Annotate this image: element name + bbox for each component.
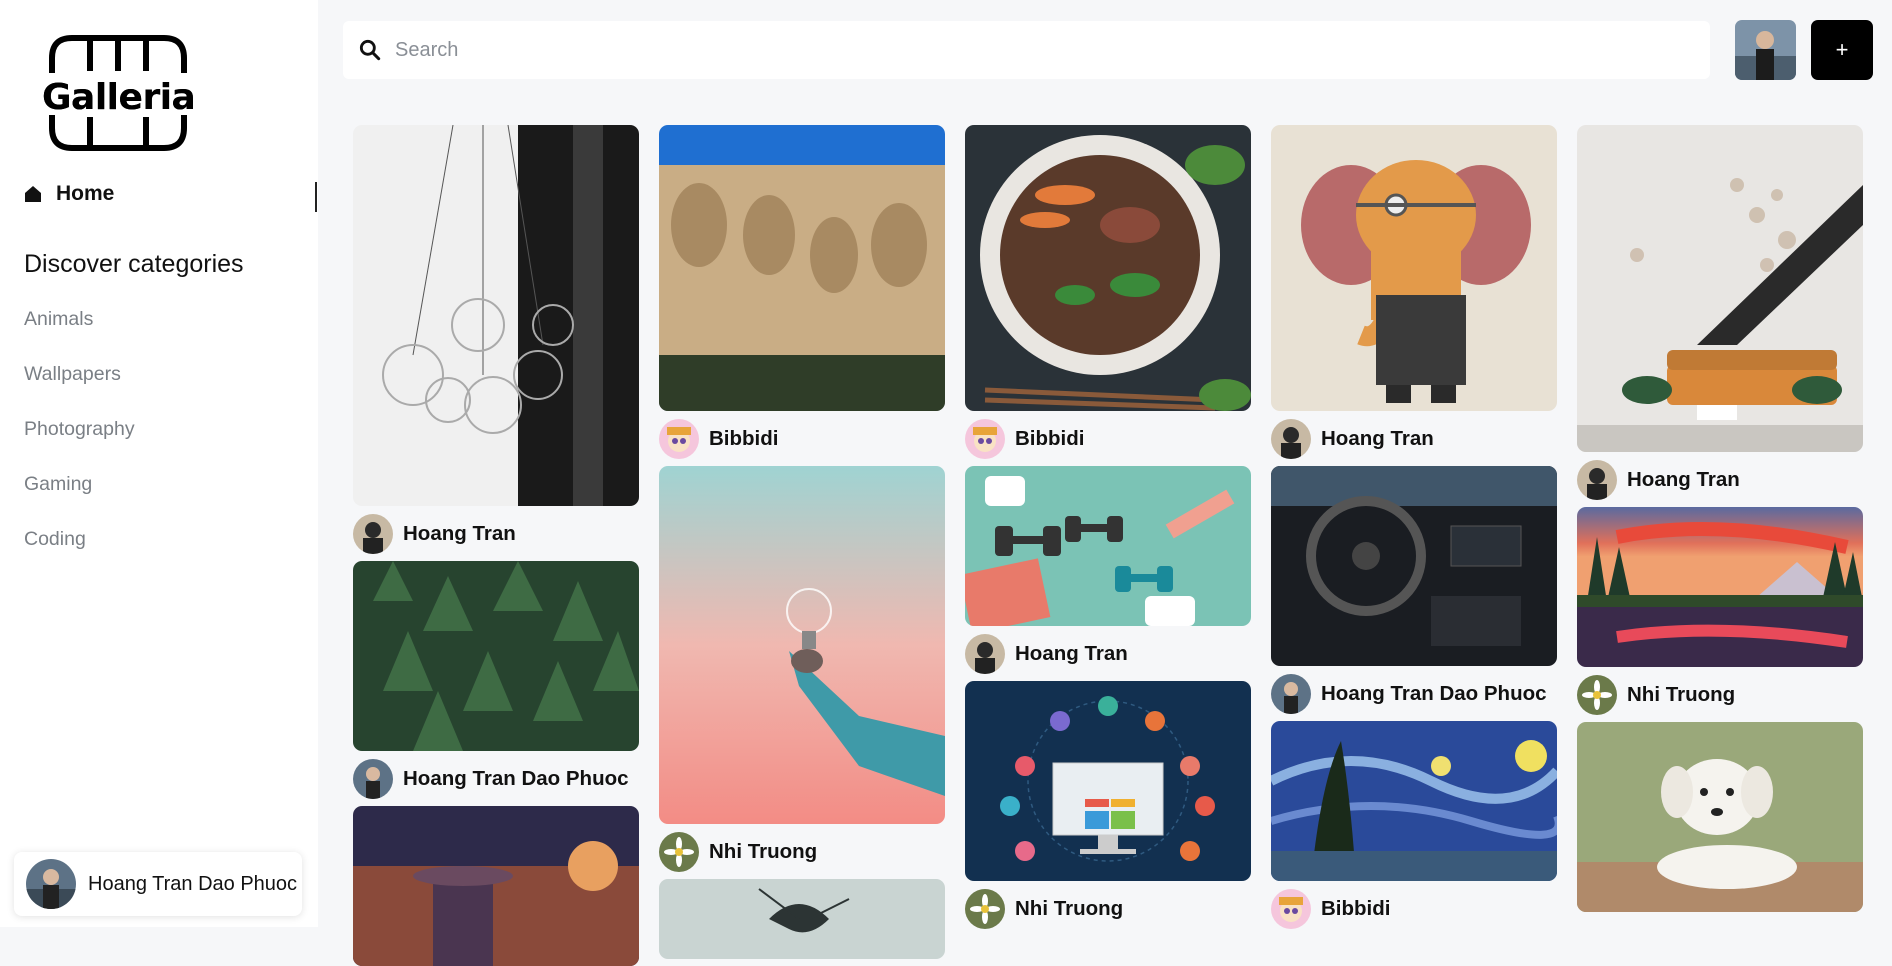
image-author[interactable]: Bibbidi [1271, 887, 1557, 931]
search-input[interactable] [393, 37, 1677, 63]
gallery-image[interactable] [353, 125, 639, 506]
category-photography[interactable]: Photography [24, 418, 135, 473]
gallery-image[interactable] [1271, 125, 1557, 411]
gallery-image[interactable] [659, 125, 945, 411]
user-avatar [26, 859, 76, 909]
category-gaming[interactable]: Gaming [24, 473, 135, 528]
author-name: Nhi Truong [709, 840, 818, 863]
gallery-column-4: Hoang Tran Hoang Tran Dao Phuoc Bibbidi [1271, 125, 1557, 936]
home-icon [25, 186, 41, 202]
image-author[interactable]: Hoang Tran [965, 632, 1251, 676]
nav-home-label: Home [56, 182, 115, 205]
author-name: Hoang Tran [1015, 642, 1128, 665]
profile-avatar-button[interactable] [1735, 20, 1796, 80]
gallery-image[interactable] [1271, 721, 1557, 881]
search-bar[interactable] [343, 21, 1710, 79]
author-name: Bibbidi [709, 427, 779, 450]
image-author[interactable]: Hoang Tran [1271, 417, 1557, 461]
author-avatar [1271, 889, 1311, 929]
author-name: Hoang Tran Dao Phuoc [1321, 682, 1547, 705]
image-author[interactable]: Hoang Tran Dao Phuoc [353, 757, 639, 801]
author-avatar [353, 514, 393, 554]
gallery-image[interactable] [659, 466, 945, 824]
author-name: Hoang Tran [1321, 427, 1434, 450]
gallery-column-5: Hoang Tran Nhi Truong [1577, 125, 1863, 912]
image-author[interactable]: Bibbidi [659, 417, 945, 461]
author-name: Hoang Tran Dao Phuoc [403, 767, 629, 790]
category-list: Animals Wallpapers Photography Gaming Co… [24, 308, 135, 583]
author-avatar [965, 634, 1005, 674]
search-icon [359, 39, 381, 61]
logo-text: Galleria [42, 77, 196, 118]
image-author[interactable]: Hoang Tran [353, 512, 639, 556]
gallery-column-2: Bibbidi Nhi Truong [659, 125, 945, 959]
gallery-image[interactable] [1577, 125, 1863, 452]
author-name: Hoang Tran [403, 522, 516, 545]
add-image-button[interactable]: + [1811, 20, 1873, 80]
author-name: Nhi Truong [1015, 897, 1124, 920]
author-name: Hoang Tran [1627, 468, 1740, 491]
author-name: Nhi Truong [1627, 683, 1736, 706]
gallery-image[interactable] [1271, 466, 1557, 666]
gallery-image[interactable] [353, 806, 639, 966]
author-avatar [965, 889, 1005, 929]
author-avatar [659, 832, 699, 872]
current-user-card[interactable]: Hoang Tran Dao Phuoc [14, 852, 302, 916]
author-avatar [1271, 419, 1311, 459]
gallery-image[interactable] [1577, 507, 1863, 667]
image-author[interactable]: Bibbidi [965, 417, 1251, 461]
nav-home[interactable]: Home [24, 182, 114, 206]
discover-categories-title: Discover categories [24, 250, 244, 278]
image-author[interactable]: Nhi Truong [659, 830, 945, 874]
author-name: Bibbidi [1321, 897, 1391, 920]
gallery-column-3: Bibbidi Hoang Tran Nhi Truong [965, 125, 1251, 936]
user-name: Hoang Tran Dao Phuoc [88, 872, 298, 895]
author-avatar [1577, 675, 1617, 715]
author-avatar [1577, 460, 1617, 500]
author-avatar [353, 759, 393, 799]
galleria-logo[interactable]: Galleria [42, 33, 196, 153]
author-avatar [1271, 674, 1311, 714]
gallery-image[interactable] [965, 125, 1251, 411]
sidebar: Galleria Home Discover categories Animal… [0, 0, 318, 927]
image-author[interactable]: Nhi Truong [1577, 673, 1863, 717]
gallery-image[interactable] [965, 466, 1251, 626]
author-avatar [659, 419, 699, 459]
gallery-image[interactable] [965, 681, 1251, 881]
gallery-column-1: Hoang Tran Hoang Tran Dao Phuoc [353, 125, 639, 966]
image-author[interactable]: Hoang Tran [1577, 458, 1863, 502]
image-author[interactable]: Hoang Tran Dao Phuoc [1271, 672, 1557, 716]
image-author[interactable]: Nhi Truong [965, 887, 1251, 931]
active-nav-indicator [315, 182, 317, 212]
category-animals[interactable]: Animals [24, 308, 135, 363]
gallery-image[interactable] [659, 879, 945, 959]
author-avatar [965, 419, 1005, 459]
author-name: Bibbidi [1015, 427, 1085, 450]
gallery-image[interactable] [1577, 722, 1863, 912]
gallery-image[interactable] [353, 561, 639, 751]
category-wallpapers[interactable]: Wallpapers [24, 363, 135, 418]
category-coding[interactable]: Coding [24, 528, 135, 583]
